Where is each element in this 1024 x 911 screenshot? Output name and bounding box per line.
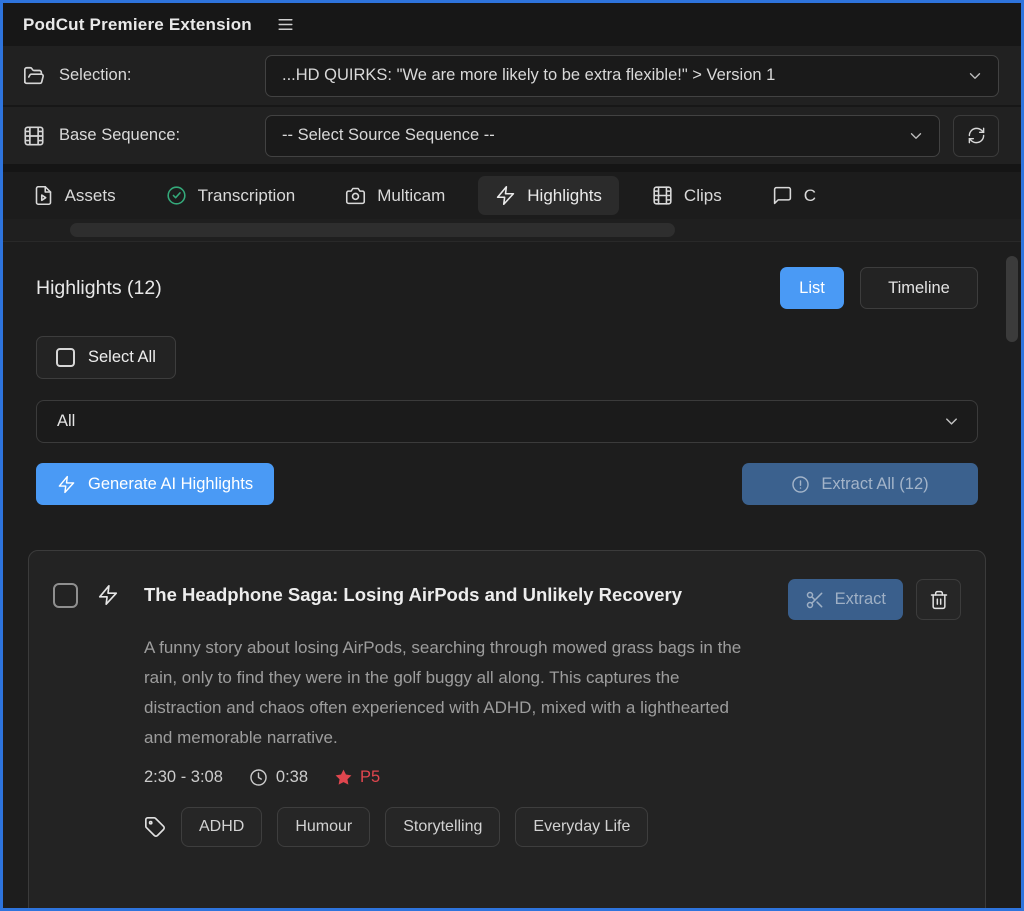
highlight-meta: 2:30 - 3:08 0:38 P5 — [144, 768, 961, 787]
horizontal-scrollbar-thumb[interactable] — [70, 223, 675, 237]
podcut-extension-panel: PodCut Premiere Extension Selection: ...… — [0, 0, 1024, 911]
chevron-down-icon — [966, 67, 984, 85]
header-section: Selection: ...HD QUIRKS: "We are more li… — [3, 46, 1021, 172]
lightning-icon — [495, 185, 516, 206]
chevron-down-icon — [907, 127, 925, 145]
extract-button[interactable]: Extract — [788, 579, 903, 620]
lightning-icon — [57, 475, 76, 494]
highlight-card-body: A funny story about losing AirPods, sear… — [144, 633, 961, 847]
film-icon — [652, 185, 673, 206]
highlight-actions: Extract — [788, 579, 961, 620]
priority-badge: P5 — [334, 768, 380, 787]
selection-row: Selection: ...HD QUIRKS: "We are more li… — [3, 46, 1021, 105]
filter-dropdown-value: All — [57, 412, 942, 431]
time-range: 2:30 - 3:08 — [144, 768, 223, 787]
film-icon — [23, 125, 45, 147]
tab-label: Multicam — [377, 186, 445, 206]
tag-icon — [144, 816, 166, 838]
highlight-checkbox[interactable] — [53, 583, 78, 608]
duration: 0:38 — [249, 768, 308, 787]
base-sequence-dropdown[interactable]: -- Select Source Sequence -- — [265, 115, 940, 157]
tab-multicam[interactable]: Multicam — [328, 176, 462, 215]
highlight-card: The Headphone Saga: Losing AirPods and U… — [28, 550, 986, 911]
delete-highlight-button[interactable] — [916, 579, 961, 620]
select-all-checkbox[interactable] — [56, 348, 75, 367]
highlight-title: The Headphone Saga: Losing AirPods and U… — [144, 579, 682, 610]
select-all-label: Select All — [88, 348, 156, 367]
base-sequence-row: Base Sequence: -- Select Source Sequence… — [3, 105, 1021, 164]
file-play-icon — [33, 185, 54, 206]
selection-dropdown-value: ...HD QUIRKS: "We are more likely to be … — [282, 66, 966, 85]
tab-label: Transcription — [198, 186, 296, 206]
horizontal-scrollbar — [3, 219, 1021, 242]
scissors-icon — [805, 590, 825, 610]
tab-bar: ard Assets Transcription Multicam Highli… — [3, 172, 1021, 219]
clock-icon — [249, 768, 268, 787]
hamburger-menu-icon[interactable] — [276, 15, 295, 34]
generate-ai-highlights-button[interactable]: Generate AI Highlights — [36, 463, 274, 505]
alert-circle-icon — [791, 475, 810, 494]
tag-chip: Humour — [277, 807, 370, 847]
selection-label: Selection: — [59, 66, 131, 85]
chat-bubble-icon — [772, 185, 793, 206]
selection-dropdown[interactable]: ...HD QUIRKS: "We are more likely to be … — [265, 55, 999, 97]
base-sequence-label: Base Sequence: — [59, 126, 180, 145]
filter-dropdown[interactable]: All — [36, 400, 978, 443]
tab-clips[interactable]: Clips — [635, 176, 739, 215]
extract-all-button[interactable]: Extract All (12) — [742, 463, 978, 505]
highlight-tags: ADHD Humour Storytelling Everyday Life — [144, 807, 961, 847]
refresh-icon — [967, 126, 986, 145]
folder-open-icon — [23, 65, 45, 87]
vertical-scrollbar-thumb[interactable] — [1006, 256, 1018, 342]
refresh-sequences-button[interactable] — [953, 115, 999, 157]
star-icon — [334, 768, 353, 787]
window-title: PodCut Premiere Extension — [23, 15, 252, 35]
tab-assets[interactable]: Assets — [16, 176, 133, 215]
tab-chat-partial[interactable]: C — [755, 176, 833, 215]
highlight-description: A funny story about losing AirPods, sear… — [144, 633, 744, 753]
chevron-down-icon — [942, 412, 961, 431]
timeline-view-button[interactable]: Timeline — [860, 267, 978, 309]
priority-label: P5 — [360, 768, 380, 787]
view-toggle: List Timeline — [780, 267, 978, 309]
list-view-button[interactable]: List — [780, 267, 844, 309]
panel-header: Highlights (12) List Timeline — [36, 267, 978, 309]
tab-label: Clips — [684, 186, 722, 206]
tab-transcription[interactable]: Transcription — [149, 176, 313, 215]
action-row: Generate AI Highlights Extract All (12) — [36, 463, 978, 505]
highlights-count-heading: Highlights (12) — [36, 277, 162, 300]
tab-highlights[interactable]: Highlights — [478, 176, 619, 215]
highlight-card-header: The Headphone Saga: Losing AirPods and U… — [53, 579, 961, 620]
tag-chip: Everyday Life — [515, 807, 648, 847]
tab-label: C — [804, 186, 816, 206]
tab-label: Assets — [65, 186, 116, 206]
check-circle-icon — [166, 185, 187, 206]
highlights-panel: Highlights (12) List Timeline Select All… — [3, 242, 1021, 911]
trash-icon — [929, 590, 949, 610]
base-sequence-dropdown-value: -- Select Source Sequence -- — [282, 126, 907, 145]
tab-label: Highlights — [527, 186, 602, 206]
select-all-button[interactable]: Select All — [36, 336, 176, 379]
tag-chip: ADHD — [181, 807, 262, 847]
tag-chip: Storytelling — [385, 807, 500, 847]
camera-icon — [345, 185, 366, 206]
lightning-icon — [97, 584, 119, 606]
title-bar: PodCut Premiere Extension — [3, 3, 1021, 46]
